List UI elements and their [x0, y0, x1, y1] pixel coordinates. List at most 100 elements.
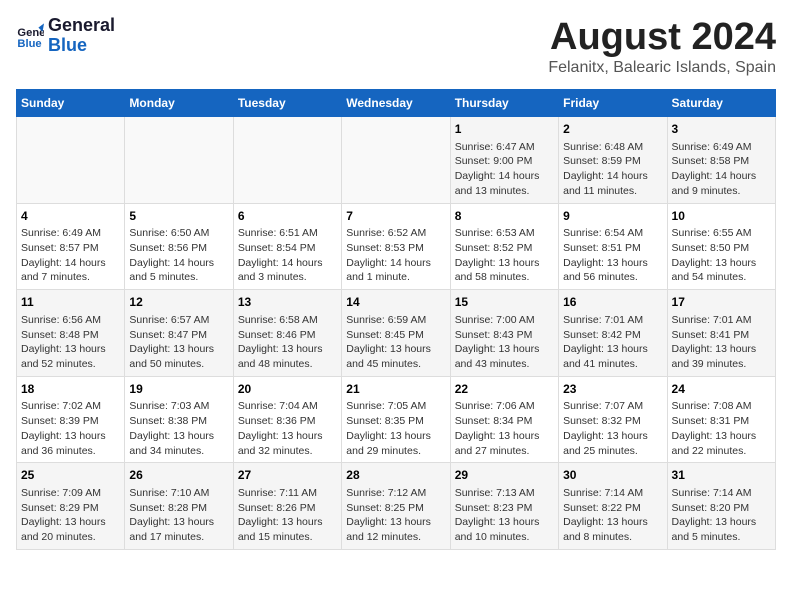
day-info: Sunrise: 7:05 AMSunset: 8:35 PMDaylight:…	[346, 399, 445, 458]
calendar-cell: 26 Sunrise: 7:10 AMSunset: 8:28 PMDayligh…	[125, 463, 233, 550]
day-number: 21	[346, 381, 445, 398]
calendar-cell: 7Sunrise: 6:52 AMSunset: 8:53 PMDaylight…	[342, 203, 450, 290]
calendar-header-row: SundayMondayTuesdayWednesdayThursdayFrid…	[17, 90, 776, 117]
day-info: Sunrise: 7:08 AMSunset: 8:31 PMDaylight:…	[672, 399, 771, 458]
day-number: 27	[238, 467, 337, 484]
calendar-cell: 17 Sunrise: 7:01 AMSunset: 8:41 PMDayligh…	[667, 290, 775, 377]
day-info: Sunrise: 7:09 AMSunset: 8:29 PMDaylight:…	[21, 486, 120, 545]
day-info: Sunrise: 6:58 AMSunset: 8:46 PMDaylight:…	[238, 313, 337, 372]
calendar-cell: 18Sunrise: 7:02 AMSunset: 8:39 PMDayligh…	[17, 376, 125, 463]
day-info: Sunrise: 6:49 AMSunset: 8:58 PMDaylight:…	[672, 140, 771, 199]
calendar-cell: 29Sunrise: 7:13 AMSunset: 8:23 PMDayligh…	[450, 463, 558, 550]
calendar-cell: 19Sunrise: 7:03 AMSunset: 8:38 PMDayligh…	[125, 376, 233, 463]
calendar-cell: 5Sunrise: 6:50 AMSunset: 8:56 PMDaylight…	[125, 203, 233, 290]
day-info: Sunrise: 7:03 AMSunset: 8:38 PMDaylight:…	[129, 399, 228, 458]
day-number: 7	[346, 208, 445, 225]
calendar-cell: 20Sunrise: 7:04 AMSunset: 8:36 PMDayligh…	[233, 376, 341, 463]
calendar-cell: 16Sunrise: 7:01 AMSunset: 8:42 PMDayligh…	[559, 290, 667, 377]
day-number: 20	[238, 381, 337, 398]
day-number: 22	[455, 381, 554, 398]
day-info: Sunrise: 6:50 AMSunset: 8:56 PMDaylight:…	[129, 226, 228, 285]
day-info: Sunrise: 7:00 AMSunset: 8:43 PMDaylight:…	[455, 313, 554, 372]
calendar-cell: 4Sunrise: 6:49 AMSunset: 8:57 PMDaylight…	[17, 203, 125, 290]
logo-line1: General	[48, 16, 115, 36]
day-info: Sunrise: 6:56 AMSunset: 8:48 PMDaylight:…	[21, 313, 120, 372]
day-info: Sunrise: 6:47 AMSunset: 9:00 PMDaylight:…	[455, 140, 554, 199]
day-number: 15	[455, 294, 554, 311]
calendar-cell	[125, 117, 233, 204]
day-info: Sunrise: 6:53 AMSunset: 8:52 PMDaylight:…	[455, 226, 554, 285]
day-number: 23	[563, 381, 662, 398]
day-info: Sunrise: 7:02 AMSunset: 8:39 PMDaylight:…	[21, 399, 120, 458]
header-day: Friday	[559, 90, 667, 117]
day-info: Sunrise: 7:07 AMSunset: 8:32 PMDaylight:…	[563, 399, 662, 458]
day-number: 9	[563, 208, 662, 225]
calendar-cell: 22Sunrise: 7:06 AMSunset: 8:34 PMDayligh…	[450, 376, 558, 463]
header-day: Sunday	[17, 90, 125, 117]
calendar-cell: 23Sunrise: 7:07 AMSunset: 8:32 PMDayligh…	[559, 376, 667, 463]
calendar-cell: 11Sunrise: 6:56 AMSunset: 8:48 PMDayligh…	[17, 290, 125, 377]
header-day: Tuesday	[233, 90, 341, 117]
calendar-week-row: 1 Sunrise: 6:47 AMSunset: 9:00 PMDaylight…	[17, 117, 776, 204]
calendar-cell: 2 Sunrise: 6:48 AMSunset: 8:59 PMDaylight…	[559, 117, 667, 204]
day-number: 8	[455, 208, 554, 225]
calendar-cell: 27Sunrise: 7:11 AMSunset: 8:26 PMDayligh…	[233, 463, 341, 550]
calendar-cell: 6Sunrise: 6:51 AMSunset: 8:54 PMDaylight…	[233, 203, 341, 290]
header-day: Thursday	[450, 90, 558, 117]
day-number: 17	[672, 294, 771, 311]
day-number: 24	[672, 381, 771, 398]
logo: General Blue General Blue	[16, 16, 115, 56]
day-number: 10	[672, 208, 771, 225]
day-info: Sunrise: 7:14 AMSunset: 8:20 PMDaylight:…	[672, 486, 771, 545]
calendar-cell: 21Sunrise: 7:05 AMSunset: 8:35 PMDayligh…	[342, 376, 450, 463]
calendar-cell: 10Sunrise: 6:55 AMSunset: 8:50 PMDayligh…	[667, 203, 775, 290]
day-info: Sunrise: 7:10 AMSunset: 8:28 PMDaylight:…	[129, 486, 228, 545]
calendar-cell: 25 Sunrise: 7:09 AMSunset: 8:29 PMDayligh…	[17, 463, 125, 550]
day-number: 18	[21, 381, 120, 398]
day-info: Sunrise: 6:49 AMSunset: 8:57 PMDaylight:…	[21, 226, 120, 285]
header-day: Saturday	[667, 90, 775, 117]
calendar-table: SundayMondayTuesdayWednesdayThursdayFrid…	[16, 89, 776, 550]
day-number: 2	[563, 121, 662, 138]
calendar-cell: 12 Sunrise: 6:57 AMSunset: 8:47 PMDayligh…	[125, 290, 233, 377]
logo-line2: Blue	[48, 36, 115, 56]
calendar-week-row: 25 Sunrise: 7:09 AMSunset: 8:29 PMDayligh…	[17, 463, 776, 550]
day-number: 12	[129, 294, 228, 311]
header-day: Wednesday	[342, 90, 450, 117]
day-info: Sunrise: 6:51 AMSunset: 8:54 PMDaylight:…	[238, 226, 337, 285]
day-info: Sunrise: 6:54 AMSunset: 8:51 PMDaylight:…	[563, 226, 662, 285]
calendar-week-row: 18Sunrise: 7:02 AMSunset: 8:39 PMDayligh…	[17, 376, 776, 463]
calendar-cell: 8Sunrise: 6:53 AMSunset: 8:52 PMDaylight…	[450, 203, 558, 290]
day-number: 3	[672, 121, 771, 138]
day-number: 25	[21, 467, 120, 484]
day-info: Sunrise: 7:14 AMSunset: 8:22 PMDaylight:…	[563, 486, 662, 545]
day-number: 16	[563, 294, 662, 311]
day-info: Sunrise: 7:12 AMSunset: 8:25 PMDaylight:…	[346, 486, 445, 545]
calendar-cell: 14Sunrise: 6:59 AMSunset: 8:45 PMDayligh…	[342, 290, 450, 377]
calendar-week-row: 4Sunrise: 6:49 AMSunset: 8:57 PMDaylight…	[17, 203, 776, 290]
calendar-cell: 28 Sunrise: 7:12 AMSunset: 8:25 PMDayligh…	[342, 463, 450, 550]
main-title: August 2024	[548, 16, 776, 59]
calendar-cell: 30 Sunrise: 7:14 AMSunset: 8:22 PMDayligh…	[559, 463, 667, 550]
day-info: Sunrise: 7:04 AMSunset: 8:36 PMDaylight:…	[238, 399, 337, 458]
title-area: August 2024 Felanitx, Balearic Islands, …	[548, 16, 776, 77]
day-number: 26	[129, 467, 228, 484]
page-header: General Blue General Blue August 2024 Fe…	[16, 16, 776, 77]
day-number: 5	[129, 208, 228, 225]
calendar-cell: 1 Sunrise: 6:47 AMSunset: 9:00 PMDaylight…	[450, 117, 558, 204]
day-number: 30	[563, 467, 662, 484]
day-number: 28	[346, 467, 445, 484]
calendar-cell	[342, 117, 450, 204]
day-info: Sunrise: 7:01 AMSunset: 8:41 PMDaylight:…	[672, 313, 771, 372]
day-number: 31	[672, 467, 771, 484]
day-number: 4	[21, 208, 120, 225]
day-info: Sunrise: 6:52 AMSunset: 8:53 PMDaylight:…	[346, 226, 445, 285]
day-info: Sunrise: 6:48 AMSunset: 8:59 PMDaylight:…	[563, 140, 662, 199]
svg-text:Blue: Blue	[17, 38, 41, 50]
day-info: Sunrise: 7:06 AMSunset: 8:34 PMDaylight:…	[455, 399, 554, 458]
calendar-cell	[17, 117, 125, 204]
day-info: Sunrise: 6:57 AMSunset: 8:47 PMDaylight:…	[129, 313, 228, 372]
day-number: 1	[455, 121, 554, 138]
day-number: 13	[238, 294, 337, 311]
day-number: 19	[129, 381, 228, 398]
